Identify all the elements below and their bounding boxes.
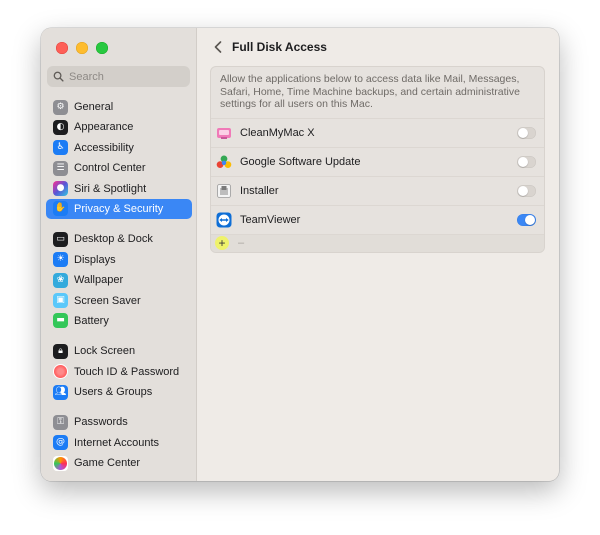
main-content: Full Disk Access Allow the applications …	[197, 28, 559, 481]
gear-icon: ⚙	[53, 99, 68, 115]
app-row-teamviewer: TeamViewer	[211, 204, 544, 234]
toggle-knob	[518, 127, 528, 138]
google-update-toggle[interactable]	[517, 155, 536, 168]
back-button[interactable]	[211, 40, 225, 54]
fingerprint-icon	[53, 364, 68, 380]
sidebar-item-appearance[interactable]: ◐ Appearance	[46, 117, 192, 137]
search-field[interactable]	[47, 66, 190, 87]
sidebar-item-label: Wallpaper	[74, 274, 124, 287]
sidebar-item-displays[interactable]: ☀ Displays	[46, 250, 192, 270]
sidebar-item-desktop-dock[interactable]: ▭ Desktop & Dock	[46, 229, 192, 249]
sidebar-item-label: Battery	[74, 314, 109, 327]
sidebar-item-game-center[interactable]: Game Center	[46, 453, 192, 473]
settings-window: ⚙ General ◐ Appearance ♿ Accessibility ☰…	[41, 28, 559, 481]
remove-app-button[interactable]: –	[238, 237, 244, 249]
sidebar-item-label: Desktop & Dock	[74, 233, 153, 246]
sidebar-item-label: Control Center	[74, 162, 146, 175]
sidebar-item-passwords[interactable]: ⚿ Passwords	[46, 412, 192, 432]
sidebar-item-label: Internet Accounts	[74, 436, 159, 449]
sidebar-item-screen-saver[interactable]: ▣ Screen Saver	[46, 291, 192, 311]
sidebar-item-touch-id[interactable]: Touch ID & Password	[46, 362, 192, 382]
sidebar-item-label: Accessibility	[74, 141, 134, 154]
sidebar-item-label: Displays	[74, 253, 116, 266]
lock-icon: 🔒︎	[53, 343, 68, 359]
toggle-knob	[518, 185, 528, 196]
sidebar: ⚙ General ◐ Appearance ♿ Accessibility ☰…	[41, 28, 197, 481]
sidebar-item-label: Lock Screen	[74, 345, 136, 358]
sidebar-item-privacy-security[interactable]: ✋ Privacy & Security	[46, 198, 192, 219]
app-row-cleanmymac: CleanMyMac X	[211, 117, 544, 147]
search-icon	[53, 71, 64, 82]
dock-icon: ▭	[53, 231, 68, 247]
hand-icon: ✋	[53, 201, 68, 217]
sidebar-divider	[46, 331, 192, 341]
full-disk-access-panel: Allow the applications below to access d…	[210, 66, 545, 253]
sidebar-item-lock-screen[interactable]: 🔒︎ Lock Screen	[46, 341, 192, 361]
close-window-button[interactable]	[56, 42, 68, 54]
screensaver-icon: ▣	[53, 293, 68, 309]
google-update-icon	[216, 154, 232, 170]
at-icon: @	[53, 435, 68, 451]
installer-toggle[interactable]	[517, 184, 536, 197]
sidebar-item-label: Appearance	[74, 121, 134, 134]
sidebar-item-accessibility[interactable]: ♿ Accessibility	[46, 138, 192, 158]
app-row-google-update: Google Software Update	[211, 146, 544, 176]
accessibility-icon: ♿	[53, 140, 68, 156]
installer-icon	[216, 183, 232, 199]
cleanmymac-toggle[interactable]	[517, 126, 536, 139]
sidebar-item-general[interactable]: ⚙ General	[46, 97, 192, 117]
sidebar-item-label: Screen Saver	[74, 294, 141, 307]
minimize-window-button[interactable]	[76, 42, 88, 54]
description-text: Allow the applications below to access d…	[220, 73, 520, 110]
teamviewer-icon	[216, 212, 232, 228]
sidebar-divider	[46, 219, 192, 229]
toggle-knob	[525, 214, 535, 225]
sidebar-item-internet-accounts[interactable]: @ Internet Accounts	[46, 433, 192, 453]
window-controls	[56, 42, 108, 54]
cleanmymac-icon	[216, 125, 232, 141]
plus-icon: +	[218, 236, 226, 250]
key-icon: ⚿	[53, 414, 68, 430]
control-center-icon: ☰	[53, 160, 68, 176]
siri-icon: ●	[53, 181, 68, 197]
search-input[interactable]	[69, 70, 179, 83]
sidebar-item-label: Touch ID & Password	[74, 365, 180, 378]
sidebar-item-users-groups[interactable]: 👥︎ Users & Groups	[46, 382, 192, 402]
app-name: CleanMyMac X	[240, 126, 315, 139]
sidebar-item-label: Passwords	[74, 416, 128, 429]
chevron-left-icon	[214, 41, 222, 53]
sidebar-item-control-center[interactable]: ☰ Control Center	[46, 158, 192, 178]
sidebar-item-siri[interactable]: ● Siri & Spotlight	[46, 179, 192, 199]
app-name: Google Software Update	[240, 155, 361, 168]
sidebar-item-label: Siri & Spotlight	[74, 182, 147, 195]
game-center-icon	[53, 455, 68, 471]
appearance-icon: ◐	[53, 119, 68, 135]
list-footer-toolbar: + –	[211, 233, 544, 252]
sidebar-item-label: Game Center	[74, 457, 141, 470]
sidebar-item-label: Privacy & Security	[74, 202, 164, 215]
sidebar-nav: ⚙ General ◐ Appearance ♿ Accessibility ☰…	[46, 97, 192, 474]
sun-icon: ☀	[53, 252, 68, 268]
wallpaper-icon: ❀	[53, 272, 68, 288]
add-app-button[interactable]: +	[215, 236, 229, 250]
page-title: Full Disk Access	[232, 40, 327, 54]
battery-icon: ▬	[53, 313, 68, 329]
teamviewer-toggle[interactable]	[517, 213, 536, 226]
zoom-window-button[interactable]	[96, 42, 108, 54]
sidebar-divider	[46, 402, 192, 412]
app-name: TeamViewer	[240, 213, 301, 226]
app-row-installer: Installer	[211, 175, 544, 205]
toggle-knob	[518, 156, 528, 167]
users-icon: 👥︎	[53, 384, 68, 400]
sidebar-item-wallpaper[interactable]: ❀ Wallpaper	[46, 270, 192, 290]
sidebar-item-label: Users & Groups	[74, 386, 153, 399]
app-name: Installer	[240, 184, 279, 197]
sidebar-item-battery[interactable]: ▬ Battery	[46, 311, 192, 331]
sidebar-item-label: General	[74, 101, 114, 113]
